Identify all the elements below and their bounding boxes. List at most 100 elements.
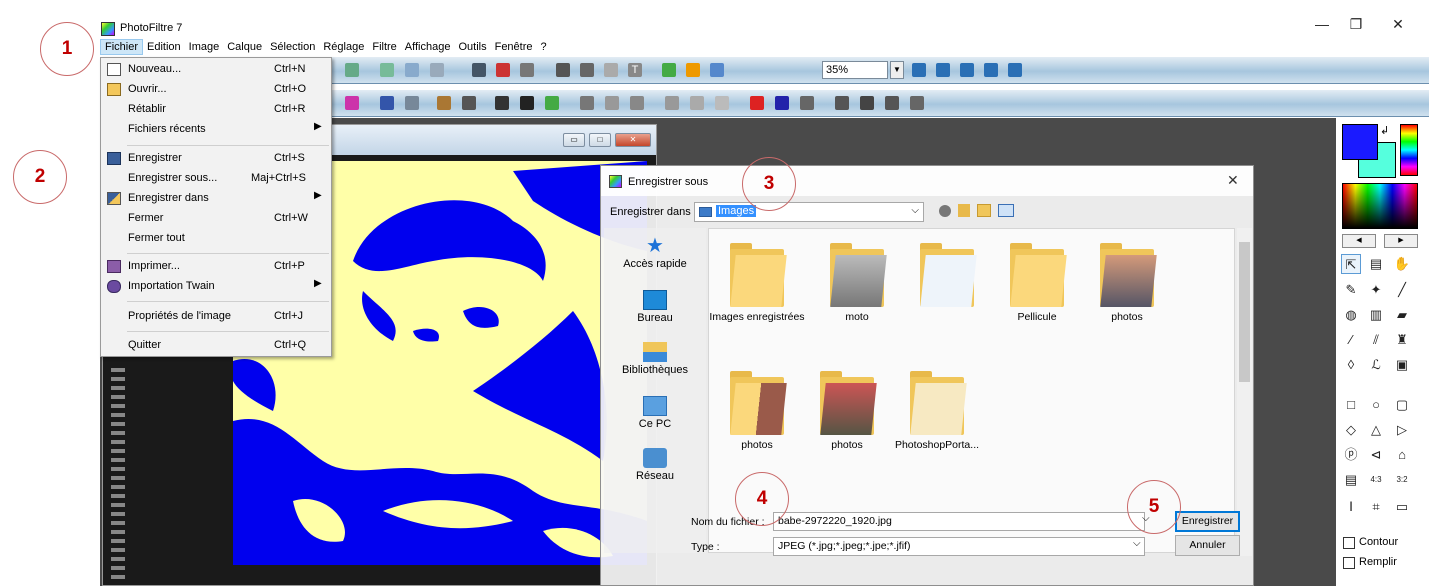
menu-item-quitter[interactable]: Quitter Ctrl+Q (101, 336, 331, 356)
close-icon[interactable]: ✕ (1227, 172, 1239, 189)
nav-network[interactable]: Réseau (604, 448, 706, 482)
menu-item-retablir[interactable]: Rétablir Ctrl+R (101, 100, 331, 120)
undo-icon[interactable] (345, 63, 359, 77)
minimize-icon[interactable]: ▭ (563, 133, 585, 147)
contrast-icon[interactable] (520, 96, 534, 110)
menu-edition[interactable]: Edition (143, 39, 185, 55)
smudge-tool-icon[interactable]: ℒ (1366, 355, 1386, 375)
selection-icon[interactable] (604, 63, 618, 77)
ratio-32-icon[interactable]: 3:2 (1392, 470, 1412, 490)
layer-tool-icon[interactable]: ▤ (1366, 254, 1386, 274)
blur-tool-icon[interactable]: ◊ (1341, 355, 1361, 375)
palette-next-button[interactable]: ▶ (1384, 234, 1418, 248)
soft-icon[interactable] (715, 96, 729, 110)
frame-shape-icon[interactable]: ⌗ (1366, 497, 1386, 517)
auto-contrast-icon[interactable] (462, 96, 476, 110)
folder-item[interactable]: Images enregistrées (709, 243, 805, 323)
zoom-out-icon[interactable] (936, 63, 950, 77)
sharpen-icon[interactable] (630, 96, 644, 110)
lasso-shape-icon[interactable]: ⓟ (1341, 445, 1361, 465)
grayscale-icon[interactable] (750, 96, 764, 110)
menu-item-nouveau[interactable]: Nouveau... Ctrl+N (101, 60, 331, 80)
menu-image[interactable]: Image (185, 39, 224, 55)
folder-item[interactable]: photos (799, 371, 895, 451)
auto-levels-icon[interactable] (437, 96, 451, 110)
folder-item[interactable] (899, 243, 995, 311)
frame-icon[interactable] (472, 63, 486, 77)
close-button[interactable]: ✕ (1388, 16, 1408, 33)
menu-affichage[interactable]: Affichage (401, 39, 455, 55)
crop-icon[interactable] (556, 63, 570, 77)
text-icon[interactable]: T (628, 63, 642, 77)
pointer-tool-icon[interactable]: ⇱ (1341, 254, 1361, 274)
remplir-checkbox[interactable] (1343, 557, 1355, 569)
polygon-shape-icon[interactable]: ⊲ (1366, 445, 1386, 465)
hue-bar[interactable] (1400, 124, 1418, 176)
eraser-tool-icon[interactable]: ▰ (1392, 305, 1412, 325)
smooth-icon[interactable] (690, 96, 704, 110)
zoom-in-icon[interactable] (912, 63, 926, 77)
mask-icon[interactable] (580, 63, 594, 77)
menu-fichier[interactable]: Fichier (100, 39, 144, 55)
close-icon[interactable]: ✕ (615, 133, 651, 147)
filename-input[interactable]: babe-2972220_1920.jpg (773, 512, 1145, 531)
menu-item-twain[interactable]: Importation Twain ▶ (101, 277, 331, 297)
folder-item[interactable]: Pellicule (989, 243, 1085, 323)
actual-size-icon[interactable] (984, 63, 998, 77)
menu-item-fermer[interactable]: Fermer Ctrl+W (101, 209, 331, 229)
rectangle-shape-icon[interactable]: □ (1341, 395, 1361, 415)
hand-tool-icon[interactable]: ✋ (1392, 254, 1412, 274)
saturation-icon[interactable] (545, 96, 559, 110)
menu-item-enregistrer-sous[interactable]: Enregistrer sous... Maj+Ctrl+S (101, 169, 331, 189)
drop-icon[interactable] (605, 96, 619, 110)
paste-icon[interactable] (380, 63, 394, 77)
negative-icon[interactable] (800, 96, 814, 110)
window-shape-icon[interactable]: ▭ (1392, 497, 1412, 517)
menu-outils[interactable]: Outils (454, 39, 490, 55)
menu-help[interactable]: ? (537, 39, 551, 55)
advanced-brush-tool-icon[interactable]: ⫽ (1366, 330, 1386, 350)
menu-item-enregistrer-dans[interactable]: Enregistrer dans ▶ (101, 189, 331, 209)
back-icon[interactable] (939, 205, 951, 217)
foreground-color-swatch-front[interactable] (1342, 124, 1378, 160)
palette-prev-button[interactable]: ◀ (1342, 234, 1376, 248)
menu-filtre[interactable]: Filtre (368, 39, 400, 55)
minimize-button[interactable]: — (1312, 16, 1332, 32)
menu-reglage[interactable]: Réglage (319, 39, 368, 55)
stamp-tool-icon[interactable]: ♜ (1392, 330, 1412, 350)
diamond-shape-icon[interactable]: ◇ (1341, 420, 1361, 440)
folder-item[interactable]: photos (709, 371, 805, 451)
fullscreen-icon[interactable] (1008, 63, 1022, 77)
spray-tool-icon[interactable]: ▥ (1366, 305, 1386, 325)
color-spectrum[interactable] (1342, 183, 1418, 229)
cancel-button[interactable]: Annuler (1175, 535, 1240, 556)
menu-item-imprimer[interactable]: Imprimer... Ctrl+P (101, 257, 331, 277)
nav-desktop[interactable]: Bureau (604, 290, 706, 324)
gamma-icon[interactable] (580, 96, 594, 110)
menu-item-enregistrer[interactable]: Enregistrer Ctrl+S (101, 149, 331, 169)
nav-this-pc[interactable]: Ce PC (604, 396, 706, 430)
clone-tool-icon[interactable]: ▣ (1392, 355, 1412, 375)
palette-icon[interactable] (345, 96, 359, 110)
menu-item-fichiers-recents[interactable]: Fichiers récents ▶ (101, 120, 331, 140)
new-folder-icon[interactable] (977, 204, 991, 217)
select-all-icon[interactable]: ▤ (1341, 470, 1361, 490)
file-type-select[interactable]: JPEG (*.jpg;*.jpeg;*.jpe;*.jfif) (773, 537, 1145, 556)
magic-wand-tool-icon[interactable]: ✦ (1366, 280, 1386, 300)
save-button[interactable]: Enregistrer (1175, 511, 1240, 532)
blur-icon[interactable] (665, 96, 679, 110)
menu-selection[interactable]: Sélection (266, 39, 319, 55)
fit-icon[interactable] (960, 63, 974, 77)
menu-item-fermer-tout[interactable]: Fermer tout (101, 229, 331, 249)
maximize-button[interactable]: ❐ (1346, 16, 1366, 33)
save-in-select[interactable]: Images ⌵ (694, 202, 924, 222)
folder-item[interactable]: photos (1079, 243, 1175, 323)
menu-fenetre[interactable]: Fenêtre (491, 39, 537, 55)
cut-icon[interactable] (430, 63, 444, 77)
ellipse-shape-icon[interactable]: ○ (1366, 395, 1386, 415)
balance-icon[interactable] (405, 96, 419, 110)
brush-tool-icon[interactable]: ⁄ (1341, 330, 1361, 350)
rotate-icon[interactable] (860, 96, 874, 110)
levels-icon[interactable] (380, 96, 394, 110)
menu-calque[interactable]: Calque (223, 39, 266, 55)
